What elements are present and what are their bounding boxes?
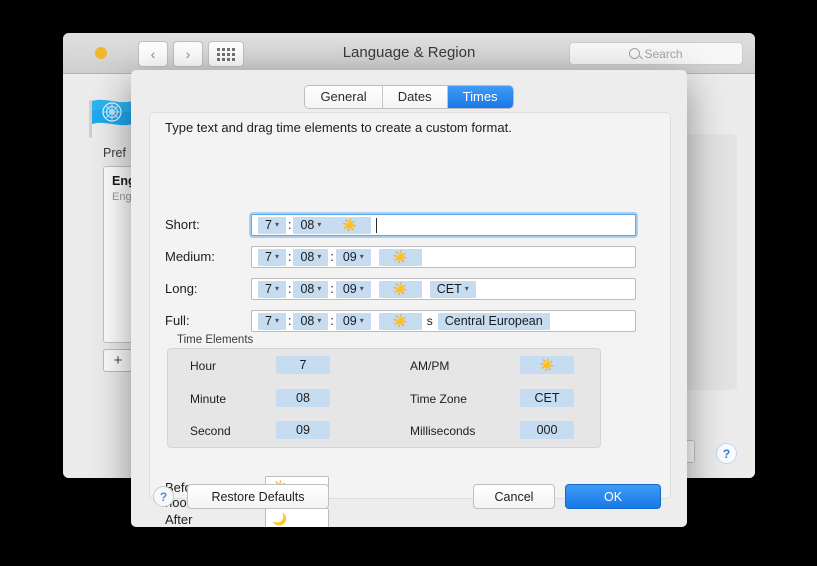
element-label-second: Second <box>190 424 231 438</box>
chevron-down-icon: ▾ <box>317 252 322 261</box>
chevron-down-icon: ▾ <box>464 284 469 293</box>
short-format-field[interactable]: 7 ▾ : 08 ▾ ☀️ <box>251 214 636 236</box>
search-icon <box>629 48 641 59</box>
time-elements-box: Hour 7 Minute 08 Second 09 AM/PM ☀️ Time… <box>167 348 601 448</box>
text-cursor <box>376 217 378 233</box>
token-ampm[interactable]: ☀️ <box>378 280 422 298</box>
element-label-milliseconds: Milliseconds <box>410 424 476 438</box>
element-label-hour: Hour <box>190 359 217 373</box>
window-help-button[interactable]: ? <box>716 443 737 464</box>
tab-dates[interactable]: Dates <box>382 86 448 108</box>
token-hour[interactable]: 7 ▾ <box>258 312 286 330</box>
sun-icon: ☀️ <box>392 282 408 296</box>
separator-colon: : <box>330 314 334 328</box>
token-ampm[interactable]: ☀️ <box>378 248 422 266</box>
token-second[interactable]: 09 ▾ <box>335 280 371 298</box>
restore-defaults-button[interactable]: Restore Defaults <box>187 484 329 509</box>
sun-icon: ☀️ <box>539 358 555 372</box>
token-minute[interactable]: 08 ▾ <box>293 216 329 234</box>
chevron-down-icon: ▾ <box>317 316 322 325</box>
screen: ‹ › Language & Region Search Pref Eng En… <box>0 0 817 566</box>
separator-colon: : <box>287 218 292 232</box>
sun-icon: ☀️ <box>392 250 408 264</box>
element-value-milliseconds[interactable]: 000 <box>520 421 574 439</box>
chevron-down-icon: ▾ <box>274 252 279 261</box>
search-input[interactable]: Search <box>569 42 743 65</box>
token-minute[interactable]: 08 ▾ <box>293 280 329 298</box>
custom-time-format-sheet: General Dates Times Type text and drag t… <box>131 70 687 527</box>
add-language-button[interactable]: + <box>103 349 133 372</box>
token-ampm[interactable]: ☀️ <box>328 216 372 234</box>
chevron-down-icon: ▾ <box>274 220 279 229</box>
search-placeholder: Search <box>644 46 683 61</box>
time-elements-title: Time Elements <box>177 334 254 346</box>
chevron-down-icon: ▾ <box>359 252 364 261</box>
token-timezone-full[interactable]: Central European <box>437 312 550 330</box>
element-value-timezone[interactable]: CET <box>520 389 574 407</box>
element-value-minute[interactable]: 08 <box>276 389 330 407</box>
separator-colon: : <box>287 282 292 296</box>
sun-icon: ☀️ <box>392 314 408 328</box>
sun-icon: ☀️ <box>342 218 358 232</box>
element-label-timezone: Time Zone <box>410 392 467 406</box>
chevron-down-icon: ▾ <box>317 284 322 293</box>
full-label: Full: <box>165 313 190 328</box>
ok-button[interactable]: OK <box>565 484 661 509</box>
token-timezone[interactable]: CET ▾ <box>429 280 476 298</box>
token-minute[interactable]: 08 ▾ <box>293 248 329 266</box>
chevron-down-icon: ▾ <box>317 220 322 229</box>
medium-label: Medium: <box>165 249 215 264</box>
separator-colon: : <box>330 250 334 264</box>
token-minute[interactable]: 08 ▾ <box>293 312 329 330</box>
chevron-down-icon: ▾ <box>274 284 279 293</box>
separator-colon: : <box>287 250 292 264</box>
full-format-field[interactable]: 7 ▾ : 08 ▾ : 09 ▾ ☀️ s Central European <box>251 310 636 332</box>
long-label: Long: <box>165 281 198 296</box>
token-hour[interactable]: 7 ▾ <box>258 248 286 266</box>
separator-colon: : <box>287 314 292 328</box>
tab-bar: General Dates Times <box>131 86 687 108</box>
chevron-down-icon: ▾ <box>274 316 279 325</box>
medium-format-field[interactable]: 7 ▾ : 08 ▾ : 09 ▾ ☀️ <box>251 246 636 268</box>
literal-text-s: s <box>426 314 433 328</box>
element-label-ampm: AM/PM <box>410 359 450 373</box>
short-label: Short: <box>165 217 200 232</box>
preferred-languages-label: Pref <box>103 146 126 160</box>
token-second[interactable]: 09 ▾ <box>335 312 371 330</box>
element-value-second[interactable]: 09 <box>276 421 330 439</box>
element-value-ampm[interactable]: ☀️ <box>520 356 574 374</box>
separator-colon: : <box>330 282 334 296</box>
token-hour[interactable]: 7 ▾ <box>258 216 286 234</box>
united-nations-flag-icon <box>89 99 133 138</box>
chevron-down-icon: ▾ <box>359 284 364 293</box>
element-label-minute: Minute <box>190 392 227 406</box>
sheet-help-button[interactable]: ? <box>153 486 174 507</box>
token-second[interactable]: 09 ▾ <box>335 248 371 266</box>
cancel-button[interactable]: Cancel <box>473 484 555 509</box>
token-ampm[interactable]: ☀️ <box>378 312 422 330</box>
tab-group[interactable]: General Dates Times <box>305 86 513 108</box>
token-hour[interactable]: 7 ▾ <box>258 280 286 298</box>
window-titlebar: ‹ › Language & Region Search <box>63 33 755 74</box>
element-value-hour[interactable]: 7 <box>276 356 330 374</box>
language-item-sub: Eng <box>112 191 132 203</box>
tab-general[interactable]: General <box>305 86 383 108</box>
chevron-down-icon: ▾ <box>359 316 364 325</box>
sheet-footer: ? Restore Defaults Cancel OK <box>131 469 687 527</box>
tab-times[interactable]: Times <box>447 86 513 108</box>
long-format-field[interactable]: 7 ▾ : 08 ▾ : 09 ▾ ☀️ CET ▾ <box>251 278 636 300</box>
instruction-text: Type text and drag time elements to crea… <box>165 120 512 135</box>
